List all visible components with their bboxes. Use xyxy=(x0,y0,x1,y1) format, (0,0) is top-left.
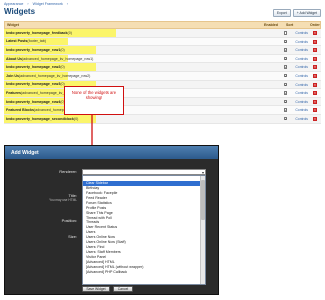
controls-link[interactable]: Controls xyxy=(295,57,308,61)
table-row: Featured Blocks(advanced_homepage_kv_hom… xyxy=(4,106,321,115)
table-row: kvdo:proverty_homepage_secondblock (0) ✓ Co… xyxy=(4,114,321,124)
enabled-checkbox[interactable]: ✓ xyxy=(283,116,287,121)
widget-meta: (advanced_homepage_kv_homepage_row2) xyxy=(18,73,91,78)
delete-icon[interactable]: × xyxy=(313,56,317,61)
delete-icon[interactable]: × xyxy=(313,99,317,104)
top-actions: Export + Add Widget xyxy=(272,9,321,17)
dialog-title: Add Widget xyxy=(5,146,218,159)
table-row: Join Us (advanced_homepage_kv_homepage_ro… xyxy=(4,71,321,81)
renderer-label: Renderer: xyxy=(59,169,77,174)
position-label: Position: xyxy=(61,218,77,223)
controls-link[interactable]: Controls xyxy=(295,117,308,121)
widget-meta: (0) xyxy=(67,30,72,35)
table-row: kvdo:proverty_homepage_row1 (0) ✓ Controls × xyxy=(4,46,321,55)
table-row: Features (advanced_homepage_kv_homepage_r… xyxy=(4,89,321,98)
delete-icon[interactable]: × xyxy=(313,82,317,87)
controls-link[interactable]: Controls xyxy=(295,65,308,69)
column-header-widget: Widget xyxy=(7,23,19,27)
enabled-checkbox[interactable]: ✓ xyxy=(283,108,287,112)
widgets-table: Widget Enabled Sort Order kvdo:proverty_… xyxy=(4,21,321,124)
breadcrumb-separator: › xyxy=(27,2,29,6)
table-row: kvdo:proverty_homepage_row3 (0) ✓ Controls × xyxy=(4,80,321,90)
delete-icon[interactable]: × xyxy=(313,65,317,70)
widget-name[interactable]: kvdo:proverty_homepage_feedback xyxy=(4,31,68,35)
export-button[interactable]: Export xyxy=(272,9,291,17)
widget-name[interactable]: kvdo:proverty_homepage_secondblock xyxy=(4,117,74,121)
breadcrumb-item-appearance[interactable]: Appearance xyxy=(4,2,23,6)
enabled-checkbox[interactable]: ✓ xyxy=(283,99,287,104)
page-title: Widgets xyxy=(4,7,36,16)
controls-link[interactable]: Controls xyxy=(295,48,308,52)
widget-name[interactable]: Features xyxy=(4,91,21,95)
column-header-order[interactable]: Order xyxy=(310,23,320,27)
table-row: kvdo:proverty_homepage_row4 (0) ✓ Controls × xyxy=(4,97,321,107)
table-row: kvdo:proverty_homepage_row2 (0) ✓ Controls × xyxy=(4,63,321,72)
controls-link[interactable]: Controls xyxy=(295,40,308,44)
table-row: Latest Posts (footer_tab) ✓ Controls × xyxy=(4,37,321,47)
controls-link[interactable]: Controls xyxy=(295,74,308,78)
delete-icon[interactable]: × xyxy=(313,48,317,53)
enabled-checkbox[interactable] xyxy=(283,31,287,35)
widget-rows: kvdo:proverty_homepage_feedback (0) Contro… xyxy=(4,29,321,124)
controls-link[interactable]: Controls xyxy=(295,83,308,87)
widget-name[interactable]: About Us xyxy=(4,57,22,61)
enabled-checkbox[interactable]: ✓ xyxy=(283,48,287,52)
breadcrumb-item-widget-framework[interactable]: Widget Framework xyxy=(33,2,63,6)
enabled-checkbox[interactable]: ✓ xyxy=(283,73,287,78)
breadcrumb-separator: › xyxy=(66,2,68,6)
widget-name[interactable]: Latest Posts xyxy=(4,39,27,43)
controls-link[interactable]: Controls xyxy=(295,91,308,95)
dropdown-option[interactable]: [Advanced] PHP Callback xyxy=(83,270,205,275)
delete-icon[interactable]: × xyxy=(313,108,317,113)
enabled-checkbox[interactable]: ✓ xyxy=(283,56,287,61)
delete-icon[interactable]: × xyxy=(313,73,317,78)
add-widget-button[interactable]: + Add Widget xyxy=(292,9,321,17)
widget-name[interactable]: kvdo:proverty_homepage_row3 xyxy=(4,82,60,86)
controls-link[interactable]: Controls xyxy=(295,108,308,112)
widget-meta: (0) xyxy=(73,116,79,121)
add-widget-dialog: Add Widget Renderer: ▾ Title: You may us… xyxy=(4,145,219,295)
column-header-sort[interactable]: Sort xyxy=(286,23,310,27)
dropdown-scrollbar[interactable] xyxy=(200,176,205,284)
widget-name[interactable]: kvdo:proverty_homepage_row1 xyxy=(4,48,60,52)
breadcrumb: Appearance › Widget Framework › xyxy=(4,2,71,6)
delete-icon[interactable]: × xyxy=(313,31,317,35)
widget-name[interactable]: Featured Blocks xyxy=(4,108,34,112)
callout-text: None of the widgets are showing! xyxy=(71,90,117,101)
enabled-checkbox[interactable]: ✓ xyxy=(283,65,287,69)
save-widget-button[interactable]: Save Widget xyxy=(82,286,110,292)
column-header-enabled: Enabled xyxy=(264,23,278,27)
size-label: Size: xyxy=(68,234,77,239)
table-row: kvdo:proverty_homepage_feedback (0) Contro… xyxy=(4,29,321,38)
widget-meta: (footer_tab) xyxy=(27,39,46,44)
annotation-callout: None of the widgets are showing! xyxy=(64,86,124,115)
renderer-dropdown-list[interactable]: Clear Sidebar Birthday Facebook: Facepile F… xyxy=(82,175,206,285)
widget-meta: (0) xyxy=(60,47,65,52)
controls-link[interactable]: Controls xyxy=(295,100,308,104)
table-row: About Us (advanced_homepage_kv_homepage_r… xyxy=(4,54,321,64)
delete-icon[interactable]: × xyxy=(313,91,317,96)
widget-meta: (advanced_homepage_kv_homepage_row1) xyxy=(21,56,94,61)
title-hint: You may use HTML xyxy=(49,198,77,202)
table-header: Widget Enabled Sort Order xyxy=(4,21,321,29)
cancel-button[interactable]: Cancel xyxy=(113,286,133,292)
widget-name[interactable]: Join Us xyxy=(4,74,19,78)
widget-meta: (0) xyxy=(60,65,65,70)
enabled-checkbox[interactable]: ✓ xyxy=(283,91,287,95)
widget-name[interactable]: kvdo:proverty_homepage_row2 xyxy=(4,65,60,69)
enabled-checkbox[interactable]: ✓ xyxy=(283,39,287,44)
delete-icon[interactable]: × xyxy=(313,39,317,44)
widget-name[interactable]: kvdo:proverty_homepage_row4 xyxy=(4,100,60,104)
enabled-checkbox[interactable]: ✓ xyxy=(283,82,287,87)
controls-link[interactable]: Controls xyxy=(295,31,308,35)
scrollbar-thumb[interactable] xyxy=(200,180,205,220)
dropdown-options: Clear Sidebar Birthday Facebook: Facepile F… xyxy=(83,176,205,275)
delete-icon[interactable]: × xyxy=(313,116,317,121)
